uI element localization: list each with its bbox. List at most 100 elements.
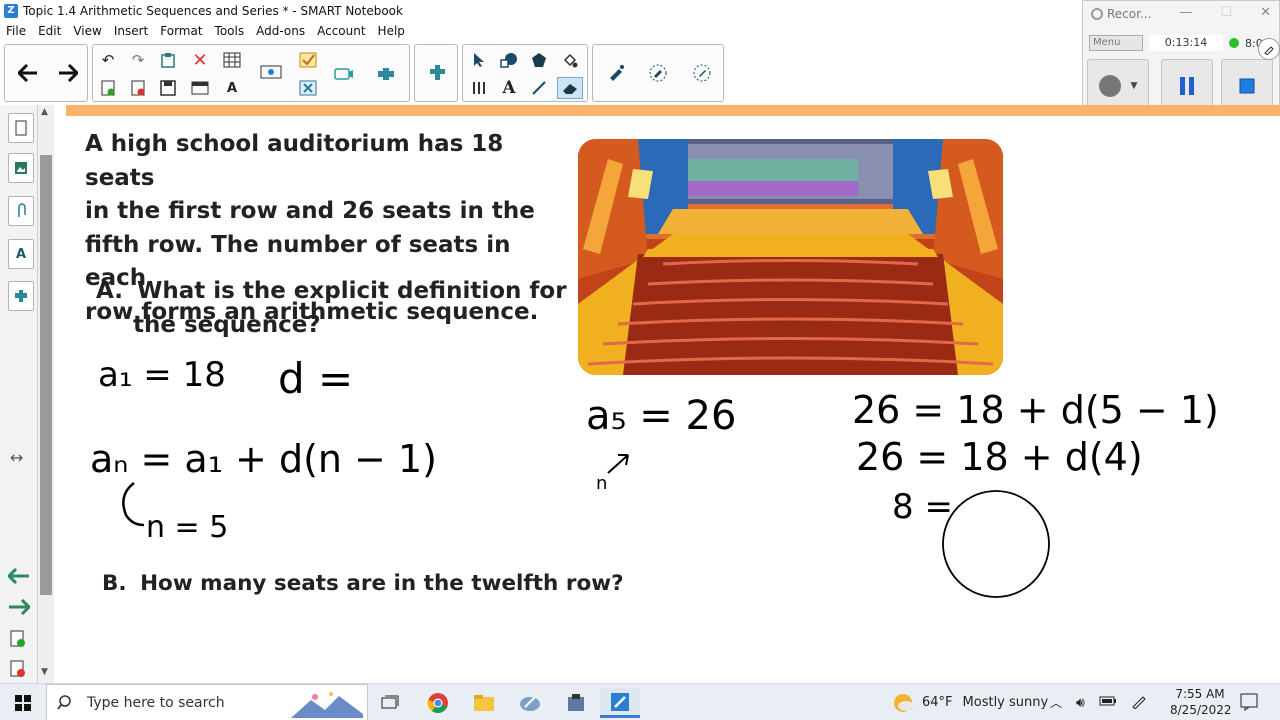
undo-icon[interactable]: ↶	[95, 49, 121, 71]
paperclip-icon	[18, 203, 26, 217]
select-icon[interactable]	[466, 49, 492, 71]
menu-view[interactable]: View	[67, 22, 107, 40]
taskbar-search[interactable]: Type here to search	[46, 684, 368, 720]
forward-arrow-icon[interactable]	[51, 56, 85, 90]
recorder-menu-dropdown[interactable]: Menu	[1089, 35, 1143, 51]
weather-temp: 64°F	[922, 695, 953, 710]
window-title: Topic 1.4 Arithmetic Sequences and Serie…	[23, 4, 403, 18]
weather-desc: Mostly sunny	[962, 695, 1049, 710]
polygon-icon[interactable]	[526, 49, 552, 71]
recorder-window-controls: — ☐ ✕	[1179, 5, 1271, 20]
notebook-canvas[interactable]: A high school auditorium has 18 seats in…	[56, 105, 1280, 683]
close-box-icon[interactable]	[295, 77, 321, 99]
measurement-icon[interactable]	[466, 77, 492, 99]
add-ons-icon[interactable]	[371, 63, 401, 85]
text-icon[interactable]: A	[496, 77, 522, 99]
search-highlight-image	[291, 691, 363, 718]
close-icon[interactable]: ✕	[1260, 5, 1271, 20]
scroll-thumb[interactable]	[40, 155, 52, 595]
menu-tools[interactable]: Tools	[209, 22, 251, 40]
record-icon	[1098, 75, 1121, 97]
page-icon	[15, 120, 27, 136]
vertical-scrollbar[interactable]: ▲ ▼	[38, 105, 54, 683]
volume-icon[interactable]: 🔊︎	[1076, 695, 1085, 711]
menu-format[interactable]: Format	[154, 22, 208, 40]
menu-insert[interactable]: Insert	[108, 22, 154, 40]
redo-icon[interactable]: ↷	[125, 49, 151, 71]
pencil-edit-icon[interactable]	[1258, 38, 1280, 60]
show-hidden-icons-chevron-up-icon[interactable]: ︿	[1050, 694, 1062, 711]
paste-icon[interactable]	[155, 49, 181, 71]
new-page-icon[interactable]	[95, 77, 121, 99]
page-sorter-tab[interactable]	[8, 113, 34, 143]
minimize-icon[interactable]: —	[1179, 5, 1192, 20]
maximize-icon[interactable]: ☐	[1220, 5, 1232, 20]
delete-page-icon[interactable]	[125, 77, 151, 99]
add-ons-tab[interactable]	[8, 281, 34, 311]
attachments-tab[interactable]	[8, 196, 34, 226]
pen-group	[592, 44, 724, 102]
table-icon[interactable]	[219, 49, 245, 71]
shapes-icon[interactable]	[496, 49, 522, 71]
ink-equation-1: 26 = 18 + d(5 − 1)	[852, 388, 1219, 432]
ink-arrow	[607, 454, 629, 474]
screen-shade-icon[interactable]	[187, 77, 213, 99]
check-icon[interactable]	[295, 49, 321, 71]
line-icon[interactable]	[526, 77, 552, 99]
smart-notebook-app-icon: Z	[4, 4, 18, 18]
menu-account[interactable]: Account	[311, 22, 371, 40]
menu-file[interactable]: File	[0, 22, 32, 40]
back-arrow-icon[interactable]	[11, 56, 45, 90]
ink-curl-arrow	[122, 482, 145, 527]
side-panel: A ↔	[0, 105, 38, 683]
smart-tools-icon[interactable]	[556, 688, 596, 718]
save-icon[interactable]	[155, 77, 181, 99]
navigation-group	[4, 44, 88, 102]
scroll-down-icon[interactable]: ▼	[41, 667, 48, 677]
menu-add-ons[interactable]: Add-ons	[250, 22, 311, 40]
eraser-icon[interactable]	[557, 77, 583, 99]
ink-equation-3: 8 =	[892, 487, 953, 527]
pen-workspace-icon[interactable]	[1131, 693, 1147, 713]
system-tray: ︿ 🔊︎	[1050, 684, 1147, 720]
previous-page-icon[interactable]	[6, 567, 30, 588]
start-button[interactable]	[0, 684, 46, 720]
battery-icon[interactable]	[1099, 695, 1117, 711]
menu-help[interactable]: Help	[372, 22, 411, 40]
text-recognition-icon[interactable]: A	[219, 77, 245, 99]
scroll-up-icon[interactable]: ▲	[41, 107, 48, 117]
toolbar: ↶ ↷ ✕ A A	[0, 41, 1080, 105]
menu-edit[interactable]: Edit	[32, 22, 67, 40]
taskbar-clock[interactable]: 7:55 AM 8/25/2022	[1170, 686, 1232, 718]
ink-explicit-formula: aₙ = a₁ + d(n − 1)	[90, 437, 437, 481]
add-page-icon[interactable]	[10, 630, 26, 652]
ink-n5: n = 5	[146, 510, 228, 545]
next-page-icon[interactable]	[8, 598, 32, 619]
notifications-icon[interactable]	[1240, 693, 1258, 715]
search-icon	[57, 694, 71, 710]
capture-icon[interactable]	[329, 63, 359, 85]
task-view-icon[interactable]	[370, 688, 410, 718]
file-explorer-icon[interactable]	[464, 688, 504, 718]
highlighter-icon[interactable]	[641, 56, 675, 90]
gallery-icon	[15, 162, 27, 174]
weather-widget[interactable]: 64°F Mostly sunny	[892, 684, 1048, 720]
properties-tab[interactable]: A	[8, 239, 34, 269]
smart-notebook-taskbar-icon[interactable]	[600, 688, 640, 718]
widgets-icon[interactable]	[420, 56, 454, 90]
gallery-tab[interactable]	[8, 153, 34, 183]
delete-icon[interactable]: ✕	[187, 49, 213, 71]
document-camera-icon[interactable]	[255, 63, 287, 85]
chrome-icon[interactable]	[418, 688, 458, 718]
magic-pen-icon[interactable]	[599, 56, 633, 90]
ink-equation-2: 26 = 18 + d(4)	[856, 435, 1143, 479]
resize-arrows-icon[interactable]: ↔	[10, 448, 23, 467]
smart-ink-icon[interactable]	[510, 688, 550, 718]
ink-n: n	[596, 473, 607, 494]
fill-icon[interactable]	[557, 49, 583, 71]
recorder-elapsed-time: 0:13:14	[1149, 35, 1223, 51]
pen-icon[interactable]	[685, 56, 719, 90]
delete-page-side-icon[interactable]	[10, 660, 26, 682]
weather-sun-icon	[894, 693, 914, 712]
chevron-down-icon[interactable]: ▼	[1131, 81, 1138, 91]
